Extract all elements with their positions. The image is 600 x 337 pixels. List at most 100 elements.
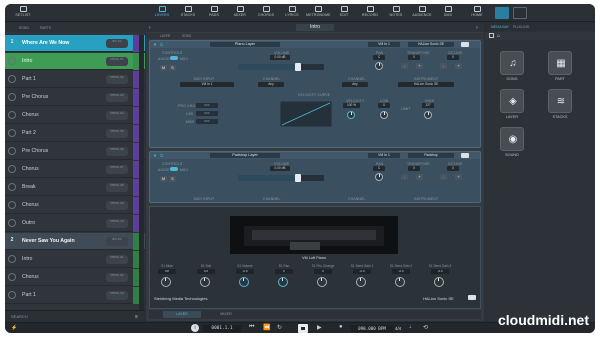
tab-chords[interactable]: CHORDS [254,6,278,21]
setlist-scrollbar[interactable] [139,35,144,318]
part-play-icon[interactable] [8,165,16,173]
part-play-icon[interactable] [8,111,16,119]
instrument-knob[interactable] [434,277,444,287]
plugins-toggle[interactable] [513,7,527,19]
transpose-plus-button[interactable]: + [416,63,423,69]
metronome-icon[interactable]: ♩ [409,324,415,330]
setlist-tab-song[interactable]: SONG [19,26,29,30]
tempo-display[interactable]: 090.000 BPM [351,325,393,332]
setlist-part[interactable]: Chorus PROG 07 [5,161,145,178]
setlist-part[interactable]: Chorus PROG 04 [5,107,145,124]
volume-fader-handle[interactable] [295,174,302,182]
octave-minus-button[interactable]: - [440,174,447,180]
part-play-icon[interactable] [8,255,16,263]
setlist-part[interactable]: Chorus PROG 02 [5,269,145,286]
volume-fader[interactable] [238,174,324,182]
layer-name[interactable]: Piano Layer [210,42,280,47]
setlist-part[interactable]: Pre Chorus PROG 06 [5,143,145,160]
subtab-song[interactable]: SONG [182,34,191,38]
instrument-knob[interactable] [356,277,366,287]
record-icon[interactable]: ● [339,324,343,330]
setlist-song[interactable]: 1 Where Are We Now 8th 4/4 [5,35,145,52]
midi-input-select[interactable]: VM In 1 [180,82,234,87]
volume-fader-handle[interactable] [295,63,302,71]
tab-edit[interactable]: EDIT [332,6,356,21]
setlist-part[interactable]: Part 1 PROG 03 [5,287,145,304]
part-play-icon[interactable] [8,183,16,191]
mute-button[interactable]: M [160,176,167,182]
media-bay-toggle[interactable] [495,7,509,19]
octave-minus-button[interactable]: - [440,63,447,69]
pan-knob[interactable] [375,173,383,181]
setlist-part[interactable]: Part 2 PROG 05 [5,125,145,142]
instrument-knob[interactable] [200,277,210,287]
solo-button[interactable]: S [169,65,176,71]
instrument-select[interactable]: HALion Sonic SE [398,82,454,87]
instrument-knob[interactable] [239,277,249,287]
setlist-part[interactable]: Break PROG 08 [5,179,145,196]
tile-sound[interactable]: ◉ SOUND [499,127,525,159]
channel-select[interactable]: Any [258,82,284,87]
lsb-toggle[interactable]: OFF [196,111,218,116]
tab-media-bay[interactable]: MEDIA BAY [491,25,509,29]
tile-stacks[interactable]: ≋ STACKS [547,89,573,121]
tab-layers[interactable]: LAYERS [150,6,174,21]
chevron-left-icon[interactable]: ‹ [149,25,151,31]
keyboard-icon[interactable] [461,153,469,158]
velocity-knob[interactable] [347,111,355,119]
audio-midi-toggle[interactable] [170,56,178,60]
part-play-icon[interactable] [8,129,16,137]
msb-toggle[interactable]: OFF [196,119,218,124]
collapse-icon[interactable]: ▼ [153,42,157,47]
setlist-part[interactable]: Outro PROG 10 [5,215,145,232]
layer2-plugin[interactable]: Padshop [408,153,454,158]
setlist-part[interactable]: Intro PROG 01 [5,53,145,70]
octave-plus-button[interactable]: + [455,174,462,180]
part-play-icon[interactable] [8,93,16,101]
loop-icon[interactable]: ↻ [277,324,282,331]
setlist-part[interactable]: Chorus PROG 09 [5,197,145,214]
tab-dmx[interactable]: DMX [436,6,460,21]
power-icon[interactable]: ⏻ [160,153,163,158]
subtab-layer[interactable]: LAYER [160,34,170,38]
rewind-icon[interactable]: ⏪ [263,324,270,331]
keyboard-icon[interactable] [461,42,469,47]
part-play-icon[interactable] [8,219,16,227]
time-signature[interactable]: 4/4 [395,326,401,331]
layer2-midi-port[interactable]: VM In 1 [368,153,400,158]
keyboard-icon[interactable] [468,295,476,300]
home-icon[interactable]: ⌂ [497,33,500,39]
tab-audience[interactable]: AUDIENCE [410,6,434,21]
instrument-knob[interactable] [278,277,288,287]
mute-button[interactable]: M [160,65,167,71]
tab-record[interactable]: RECORD [358,6,382,21]
power-icon[interactable]: ⏻ [160,42,163,47]
pan-knob[interactable] [375,62,383,70]
layer-plugin[interactable]: HALion Sonic SE [408,42,454,47]
tab-setlist[interactable]: SETLIST [11,6,35,21]
instrument-knob[interactable] [161,277,171,287]
output-channel-select[interactable]: Any [342,82,368,87]
setlist-tab-parts[interactable]: PARTS [40,26,51,30]
setlist-part[interactable]: Pre Chorus PROG 03 [5,89,145,106]
part-play-icon[interactable] [8,291,16,299]
part-play-icon[interactable] [8,201,16,209]
part-play-icon[interactable] [8,147,16,155]
velocity-curve-graph[interactable] [280,101,332,127]
part-play-icon[interactable] [8,273,16,281]
collapse-icon[interactable]: ▼ [153,153,157,158]
tile-part[interactable]: ▦ PART [547,51,573,83]
transpose-minus-button[interactable]: - [401,174,408,180]
audio-midi-toggle[interactable] [170,167,178,171]
setlist-search[interactable]: SEARCH ≡ [5,310,145,321]
play-icon[interactable]: ▶ [317,324,322,331]
part-play-icon[interactable] [8,75,16,83]
go-to-start-icon[interactable]: ⏮ [249,324,254,331]
tab-notes[interactable]: NOTES [384,6,408,21]
setlist-part[interactable]: Part 1 PROG 02 [5,71,145,88]
editor-tab-layer[interactable]: LAYER [163,311,201,318]
prg-chg-toggle[interactable]: OFF [196,103,218,108]
layer-midi-port[interactable]: VM In 1 [368,42,400,47]
tile-layer[interactable]: ◈ LAYER [499,89,525,121]
menu-icon[interactable]: ≡ [135,314,138,320]
